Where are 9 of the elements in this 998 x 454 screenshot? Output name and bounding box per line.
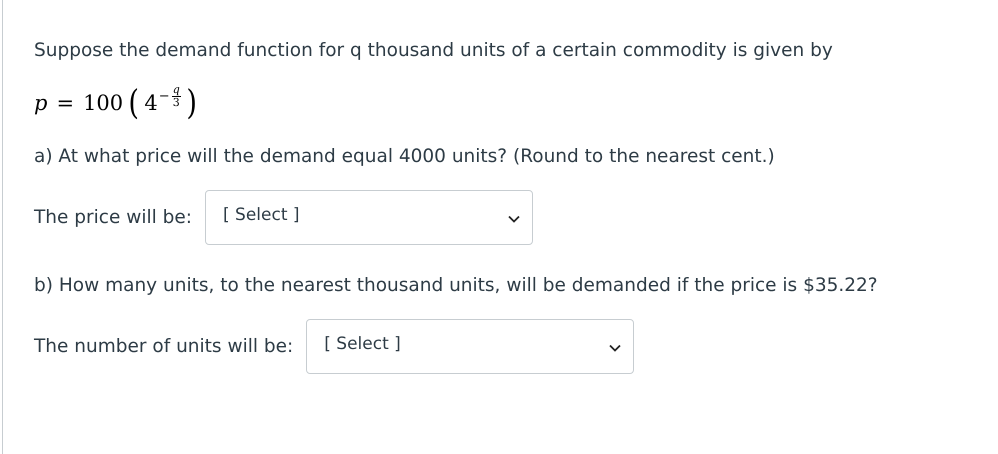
question-text: a) At what price will the demand equal 4000 units? (Round to the nearest cent.) <box>34 145 776 169</box>
chevron-down-icon <box>508 215 520 223</box>
answer-label: The number of units will be: <box>34 336 294 357</box>
answer-dropdown[interactable]: [ Select ] <box>306 319 634 374</box>
chevron-down-icon <box>609 344 622 352</box>
question-text: b) How many units, to the nearest thousand units, will be demanded if the price is $35.22? <box>34 274 879 298</box>
answer-dropdown[interactable]: [ Select ] <box>205 190 533 245</box>
answer-label: The price will be: <box>34 207 192 228</box>
question-text: Suppose the demand function for q thousand units of a certain commodity is given by <box>34 39 834 63</box>
